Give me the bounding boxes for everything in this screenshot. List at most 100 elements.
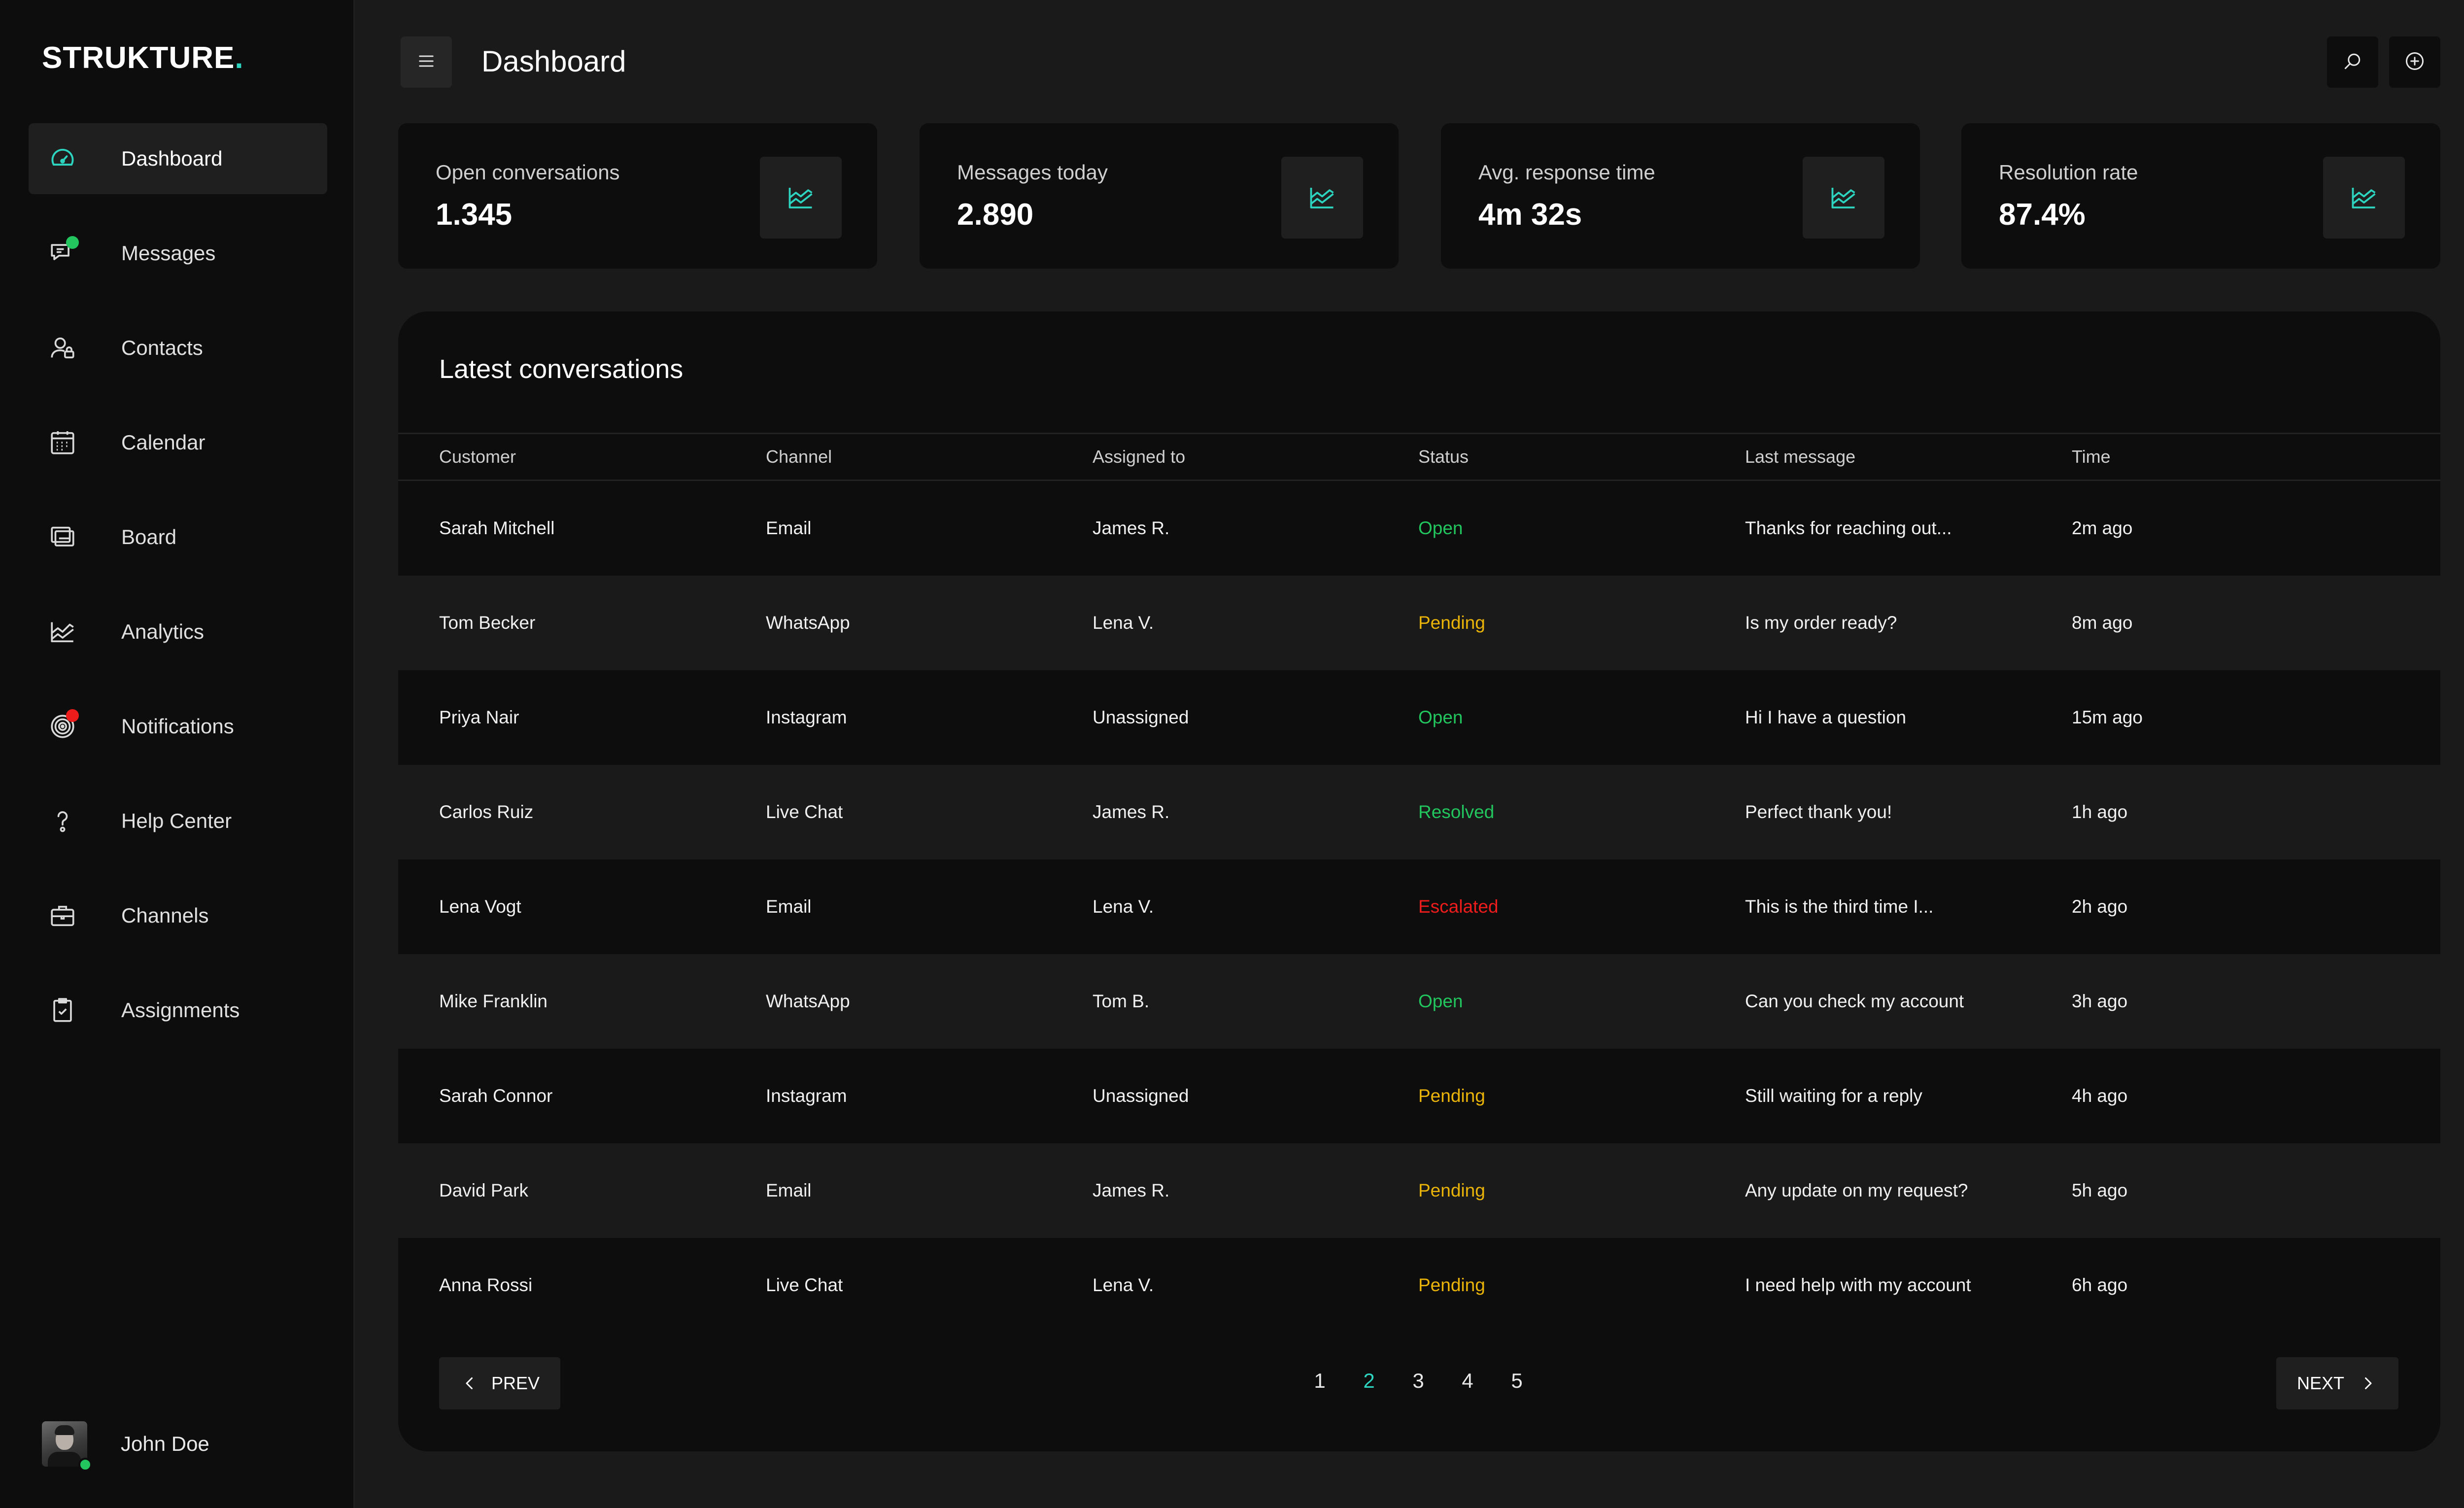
brand-dot: . [235,41,244,75]
column-header-status[interactable]: Status [1418,434,1469,480]
stat-value: 87.4% [1999,198,2086,232]
cell-last-message: Thanks for reaching out... [1745,518,1952,538]
online-status-dot [78,1458,92,1472]
user-profile[interactable]: John Doe [42,1419,209,1472]
sidebar-item-contacts[interactable]: Contacts [29,312,327,383]
cell-customer: Anna Rossi [439,1275,533,1295]
column-header-last-message[interactable]: Last message [1745,434,1855,480]
notifications-target-icon [48,709,79,741]
cell-time: 2h ago [2072,896,2128,917]
stat-label: Resolution rate [1999,161,2138,184]
cell-customer: Sarah Connor [439,1086,553,1106]
cell-status: Pending [1418,1275,1485,1295]
sidebar-item-assignments[interactable]: Assignments [29,975,327,1046]
cell-channel: Live Chat [766,1275,843,1295]
sidebar-item-messages[interactable]: Messages [29,218,327,289]
cell-status: Pending [1418,613,1485,633]
table-row[interactable]: Sarah Connor Instagram Unassigned Pendin… [398,1049,2440,1143]
cell-status: Pending [1418,1180,1485,1200]
table-header: Customer Channel Assigned to Status Last… [398,433,2440,481]
prev-label: PREV [491,1373,540,1393]
table-row[interactable]: David Park Email James R. Pending Any up… [398,1143,2440,1238]
column-header-customer[interactable]: Customer [439,434,516,480]
cell-time: 6h ago [2072,1275,2128,1295]
page-number-3[interactable]: 3 [1403,1369,1433,1393]
area-chart-icon [1803,157,1884,239]
chevron-right-icon [2359,1374,2377,1392]
sidebar-item-label: Dashboard [121,147,223,170]
cell-assigned-to: James R. [1093,1180,1170,1200]
menu-toggle-button[interactable] [401,36,452,88]
board-icon [48,523,77,551]
prev-page-button[interactable]: PREV [439,1357,560,1409]
sidebar-item-notifications[interactable]: Notifications [29,691,327,762]
sidebar-item-dashboard[interactable]: Dashboard [29,123,327,194]
table-row[interactable]: Tom Becker WhatsApp Lena V. Pending Is m… [398,576,2440,670]
page-number-1[interactable]: 1 [1305,1369,1335,1393]
area-chart-icon [760,157,842,239]
search-button[interactable] [2327,36,2378,88]
sidebar-item-analytics[interactable]: Analytics [29,596,327,667]
page-number-4[interactable]: 4 [1453,1369,1482,1393]
cell-status: Open [1418,707,1463,727]
cell-channel: WhatsApp [766,991,850,1011]
cell-status: Open [1418,518,1463,538]
cell-channel: Email [766,896,812,917]
table-row[interactable]: Lena Vogt Email Lena V. Escalated This i… [398,859,2440,954]
search-icon [2342,50,2363,74]
cell-status: Escalated [1418,896,1499,917]
area-chart-icon [2323,157,2405,239]
dashboard-gauge-icon [48,144,77,173]
cell-time: 5h ago [2072,1180,2128,1200]
cell-time: 8m ago [2072,613,2133,633]
column-header-assigned-to[interactable]: Assigned to [1093,434,1185,480]
table-row[interactable]: Anna Rossi Live Chat Lena V. Pending I n… [398,1238,2440,1333]
sidebar-item-calendar[interactable]: Calendar [29,407,327,478]
page-number-2[interactable]: 2 [1354,1369,1384,1393]
cell-channel: WhatsApp [766,613,850,633]
cell-assigned-to: Tom B. [1093,991,1150,1011]
briefcase-icon [48,901,77,930]
page-title: Dashboard [481,45,626,78]
stat-value: 1.345 [436,198,513,232]
sidebar: STRUKTURE. Dashboard Messages Contacts C… [0,0,355,1508]
avatar [42,1421,92,1472]
stat-value: 2.890 [957,198,1034,232]
chevron-left-icon [461,1374,479,1392]
sidebar-item-label: Messages [121,241,216,265]
cell-customer: Tom Becker [439,613,536,633]
add-button[interactable] [2389,36,2440,88]
sidebar-item-channels[interactable]: Channels [29,880,327,951]
add-circle-icon [2404,50,2426,74]
area-chart-icon [1281,157,1363,239]
table-row[interactable]: Priya Nair Instagram Unassigned Open Hi … [398,670,2440,765]
sidebar-item-label: Calendar [121,431,205,454]
cell-assigned-to: Lena V. [1093,1275,1154,1295]
page-number-5[interactable]: 5 [1502,1369,1532,1393]
cell-channel: Email [766,1180,812,1200]
cell-last-message: This is the third time I... [1745,896,1934,917]
cell-time: 15m ago [2072,707,2143,727]
column-header-time[interactable]: Time [2072,434,2111,480]
cell-assigned-to: Unassigned [1093,707,1189,727]
table-row[interactable]: Mike Franklin WhatsApp Tom B. Open Can y… [398,954,2440,1049]
sidebar-item-label: Help Center [121,809,232,832]
stat-card-messages-today: Messages today 2.890 [920,123,1399,269]
next-page-button[interactable]: NEXT [2276,1357,2398,1409]
table-row[interactable]: Sarah Mitchell Email James R. Open Thank… [398,481,2440,576]
messages-badge [66,236,79,249]
cell-customer: Priya Nair [439,707,519,727]
brand-logo[interactable]: STRUKTURE. [42,40,244,75]
sidebar-item-label: Contacts [121,336,203,359]
stat-label: Avg. response time [1478,161,1655,184]
stat-card-open-conversations: Open conversations 1.345 [398,123,877,269]
column-header-channel[interactable]: Channel [766,434,832,480]
table-row[interactable]: Carlos Ruiz Live Chat James R. Resolved … [398,765,2440,859]
cell-channel: Instagram [766,1086,847,1106]
cell-assigned-to: Unassigned [1093,1086,1189,1106]
cell-customer: Sarah Mitchell [439,518,555,538]
sidebar-item-board[interactable]: Board [29,502,327,573]
sidebar-item-help-center[interactable]: Help Center [29,786,327,857]
notifications-badge [66,709,79,722]
cell-time: 2m ago [2072,518,2133,538]
